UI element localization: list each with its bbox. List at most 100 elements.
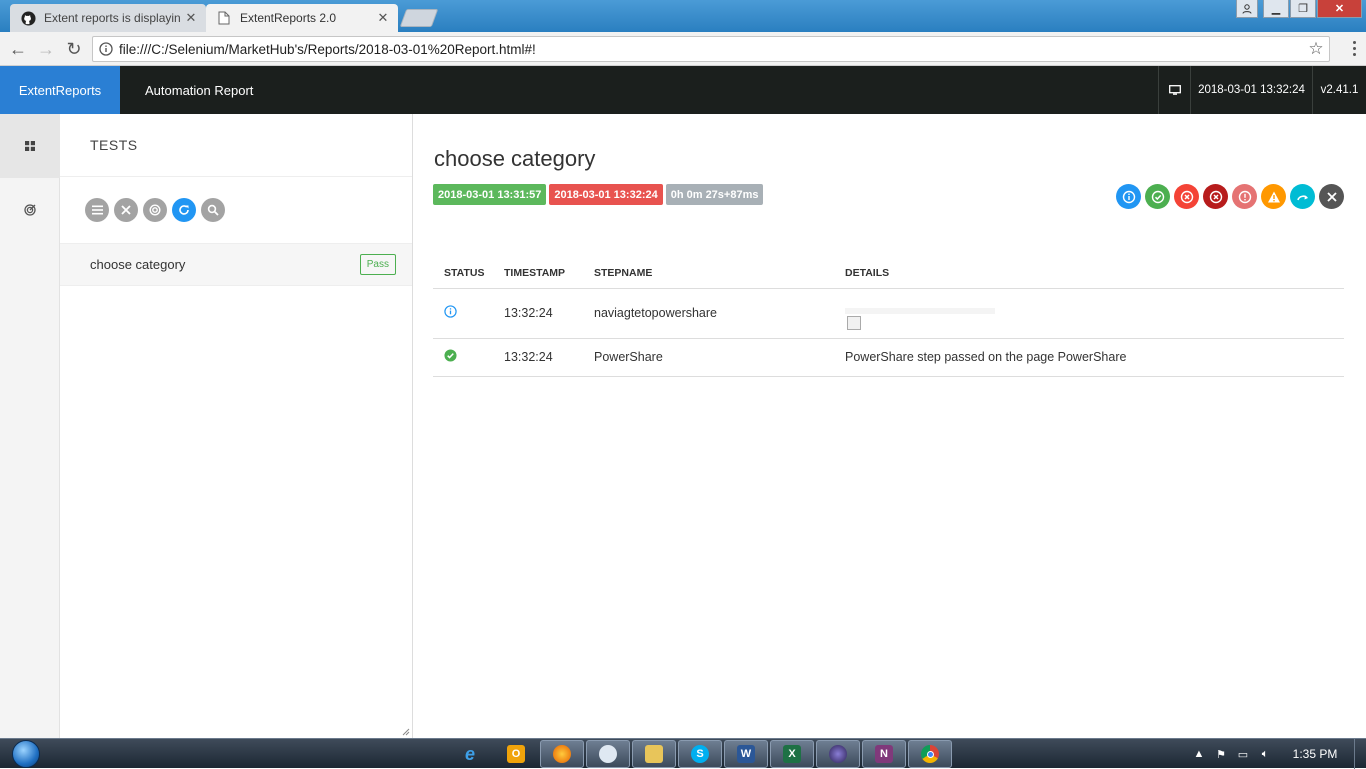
reload-icon[interactable]: ↻ — [62, 37, 86, 61]
report-name: Automation Report — [145, 82, 254, 98]
clear-filter-icon[interactable] — [114, 198, 138, 222]
duration-label: 0h 0m 27s+87ms — [665, 184, 764, 205]
taskbar-clock[interactable]: 1:35 PM — [1276, 747, 1354, 761]
skype-icon[interactable]: S — [678, 740, 722, 768]
column-header: STATUS — [433, 258, 493, 289]
browser-tab-title: ExtentReports 2.0 — [240, 11, 337, 25]
url-text: file:///C:/Selenium/MarketHub's/Reports/… — [119, 41, 536, 57]
broken-image-icon[interactable] — [845, 307, 995, 330]
test-title: choose category — [434, 146, 596, 171]
windows-logo-icon — [12, 740, 40, 768]
test-item-name: choose category — [90, 257, 186, 272]
browser-menu-icon[interactable] — [1350, 41, 1358, 59]
dashboard-nav-item[interactable] — [0, 178, 60, 242]
error-filter-icon[interactable] — [1232, 184, 1257, 209]
track-changes-icon — [24, 204, 36, 216]
show-desktop-button[interactable] — [1354, 739, 1366, 769]
filter-status-icon[interactable] — [85, 198, 109, 222]
browser-tab-active[interactable]: ExtentReports 2.0 ✕ — [206, 4, 398, 32]
close-window-button[interactable]: ✕ — [1317, 0, 1362, 18]
show-hidden-icons-icon[interactable]: ▲ — [1188, 748, 1210, 760]
browser-tab-title: Extent reports is displayin — [44, 11, 181, 25]
clear-filters-icon[interactable] — [1319, 184, 1344, 209]
test-list-item[interactable]: choose category Pass — [60, 243, 412, 286]
test-detail-pane: choose category 2018-03-01 13:31:57 2018… — [414, 114, 1366, 738]
test-view-nav-item[interactable] — [0, 114, 60, 178]
onenote-icon[interactable]: N — [862, 740, 906, 768]
pass-status-icon — [444, 349, 457, 362]
close-tab-icon[interactable]: ✕ — [184, 10, 198, 26]
skip-filter-icon[interactable] — [1290, 184, 1315, 209]
category-filter-icon[interactable] — [143, 198, 167, 222]
dashboard-grid-icon — [25, 141, 35, 151]
stepname-cell: naviagtetopowershare — [583, 288, 834, 339]
status-cell — [433, 338, 493, 377]
page-icon — [216, 10, 232, 26]
search-icon[interactable] — [201, 198, 225, 222]
maximize-button[interactable]: ❐ — [1290, 0, 1316, 18]
start-time-label: 2018-03-01 13:31:57 — [433, 184, 547, 205]
browser-tabstrip: Extent reports is displayin ✕ ExtentRepo… — [0, 0, 1366, 32]
address-bar[interactable]: file:///C:/Selenium/MarketHub's/Reports/… — [92, 36, 1330, 62]
table-row: 13:32:24 PowerShare PowerShare step pass… — [433, 338, 1344, 377]
chrome-icon[interactable] — [908, 740, 952, 768]
word-icon[interactable]: W — [724, 740, 768, 768]
excel-icon[interactable]: X — [770, 740, 814, 768]
site-info-icon[interactable] — [93, 42, 119, 56]
user-icon[interactable] — [1236, 0, 1258, 18]
timestamp-cell: 13:32:24 — [493, 338, 583, 377]
monitor-icon[interactable] — [1158, 66, 1190, 114]
volume-icon[interactable]: 🔈︎ — [1254, 748, 1276, 761]
resize-handle-icon[interactable] — [400, 726, 410, 736]
report-navbar: ExtentReports Automation Report 2018-03-… — [0, 66, 1366, 114]
end-time-label: 2018-03-01 13:32:24 — [549, 184, 663, 205]
explorer-icon[interactable] — [632, 740, 676, 768]
back-arrow-icon[interactable]: ← — [6, 37, 30, 61]
windows-taskbar: e O S W X N ▲ ⚑ ▭ 🔈︎ 1:35 PM — [0, 738, 1366, 769]
tests-heading: TESTS — [60, 114, 412, 177]
browser-toolbar: ← → ↻ file:///C:/Selenium/MarketHub's/Re… — [0, 32, 1366, 66]
details-cell — [834, 288, 1344, 339]
stepname-cell: PowerShare — [583, 338, 834, 377]
timestamp-cell: 13:32:24 — [493, 288, 583, 339]
column-header: DETAILS — [834, 258, 1344, 289]
details-cell: PowerShare step passed on the page Power… — [834, 338, 1344, 377]
column-header: STEPNAME — [583, 258, 834, 289]
start-button[interactable] — [6, 739, 46, 769]
refresh-icon[interactable] — [172, 198, 196, 222]
status-badge: Pass — [359, 254, 396, 275]
system-tray: ▲ ⚑ ▭ 🔈︎ 1:35 PM — [1188, 739, 1366, 769]
network-icon[interactable]: ▭ — [1232, 748, 1254, 761]
side-nav — [0, 114, 60, 738]
ie-icon[interactable]: e — [448, 740, 492, 768]
table-header-row: STATUS TIMESTAMP STEPNAME DETAILS — [433, 258, 1344, 289]
forward-arrow-icon[interactable]: → — [34, 37, 58, 61]
browser-tab[interactable]: Extent reports is displayin ✕ — [10, 4, 206, 32]
app-icon[interactable] — [586, 740, 630, 768]
pass-filter-icon[interactable] — [1145, 184, 1170, 209]
fail-filter-icon[interactable] — [1174, 184, 1199, 209]
bookmark-star-icon[interactable]: ☆ — [1303, 39, 1329, 59]
info-status-icon — [444, 305, 457, 318]
outlook-icon[interactable]: O — [494, 740, 538, 768]
fatal-filter-icon[interactable] — [1203, 184, 1228, 209]
test-list-pane: TESTS choose category Pass — [60, 114, 413, 738]
minimize-button[interactable]: ▁ — [1263, 0, 1289, 18]
action-center-flag-icon[interactable]: ⚑ — [1210, 748, 1232, 761]
eclipse-icon[interactable] — [816, 740, 860, 768]
column-header: TIMESTAMP — [493, 258, 583, 289]
status-cell — [433, 288, 493, 339]
github-icon — [20, 10, 36, 26]
report-date: 2018-03-01 13:32:24 — [1190, 66, 1312, 114]
new-tab-button[interactable] — [399, 9, 439, 27]
version-label: v2.41.1 — [1312, 66, 1366, 114]
test-filter-toolbar — [60, 177, 412, 243]
table-row: 13:32:24 naviagtetopowershare — [433, 288, 1344, 339]
test-steps-table: STATUS TIMESTAMP STEPNAME DETAILS 13:32:… — [433, 258, 1344, 377]
status-filter-icons — [1112, 184, 1344, 209]
warning-filter-icon[interactable] — [1261, 184, 1286, 209]
brand-logo[interactable]: ExtentReports — [0, 66, 120, 114]
info-filter-icon[interactable] — [1116, 184, 1141, 209]
close-tab-icon[interactable]: ✕ — [376, 10, 390, 26]
firefox-icon[interactable] — [540, 740, 584, 768]
